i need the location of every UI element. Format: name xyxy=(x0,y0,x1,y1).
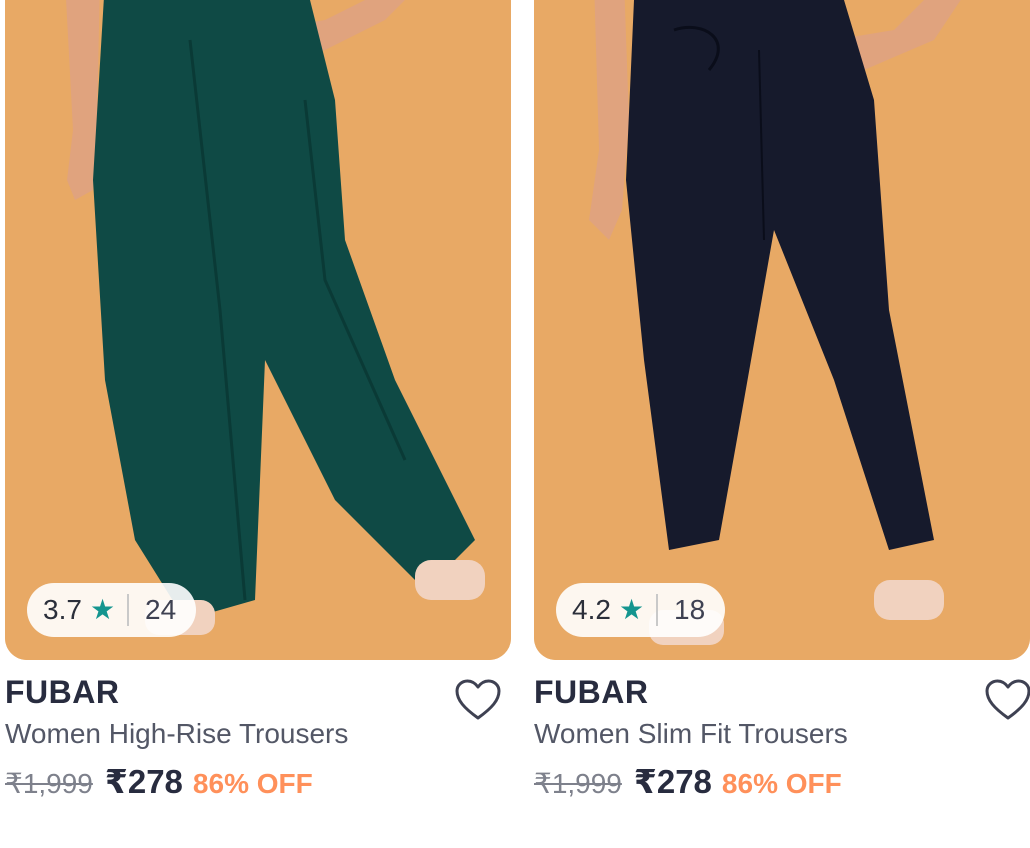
product-card[interactable]: 3.7 ★ 24 FUBAR Women High-Rise Trousers … xyxy=(5,0,511,848)
product-card[interactable]: 4.2 ★ 18 FUBAR Women Slim Fit Trousers ₹… xyxy=(534,0,1030,848)
rating-score: 4.2 xyxy=(572,594,611,625)
product-image[interactable] xyxy=(5,0,511,660)
rating-count: 24 xyxy=(145,594,177,625)
product-title: Women Slim Fit Trousers xyxy=(534,718,848,749)
discount-label: 86% OFF xyxy=(721,768,842,799)
rating-score: 3.7 xyxy=(43,594,82,625)
product-image[interactable] xyxy=(534,0,1030,660)
star-icon: ★ xyxy=(618,594,645,625)
rating-badge: 4.2 ★ 18 xyxy=(556,583,726,637)
discount-label: 86% OFF xyxy=(192,768,313,799)
original-price: ₹1,999 xyxy=(534,768,622,799)
price-row: ₹1,999 ₹278 86% OFF xyxy=(534,762,1030,804)
product-brand: FUBAR xyxy=(5,674,120,710)
star-icon: ★ xyxy=(89,594,116,625)
price-row: ₹1,999 ₹278 86% OFF xyxy=(5,762,511,804)
rating-divider xyxy=(127,594,130,626)
product-info[interactable]: FUBAR Women High-Rise Trousers ₹1,999 ₹2… xyxy=(5,672,511,804)
product-info[interactable]: FUBAR Women Slim Fit Trousers ₹1,999 ₹27… xyxy=(534,672,1030,804)
product-brand: FUBAR xyxy=(534,674,649,710)
rating-divider xyxy=(656,594,659,626)
wishlist-heart-icon[interactable] xyxy=(454,678,502,722)
rating-badge: 3.7 ★ 24 xyxy=(27,583,197,637)
product-grid: 3.7 ★ 24 FUBAR Women High-Rise Trousers … xyxy=(0,0,1030,848)
wishlist-heart-icon[interactable] xyxy=(984,678,1030,722)
sale-price: ₹278 xyxy=(104,763,183,800)
trousers-photo xyxy=(534,0,1030,660)
rating-count: 18 xyxy=(674,594,706,625)
trousers-photo xyxy=(5,0,511,660)
original-price: ₹1,999 xyxy=(5,768,93,799)
sale-price: ₹278 xyxy=(633,763,712,800)
product-title: Women High-Rise Trousers xyxy=(5,718,349,749)
